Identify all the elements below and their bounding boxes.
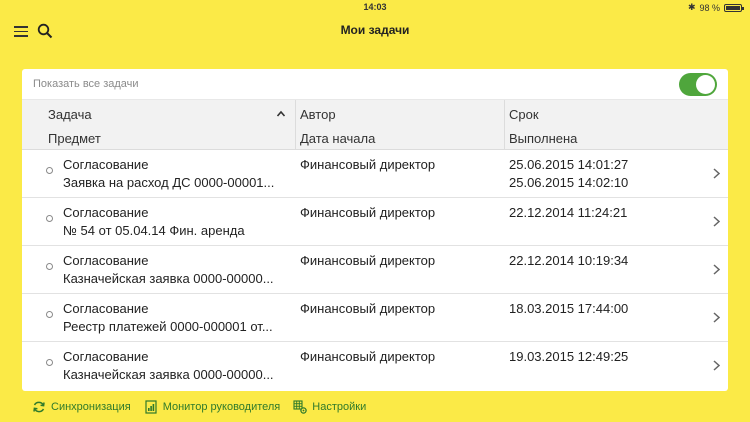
table-header: Задача Предмет Автор Дата начала Срок Вы… (22, 100, 728, 150)
status-dot-icon (46, 263, 53, 270)
row-task: Согласование (63, 157, 149, 172)
row-task: Согласование (63, 301, 149, 316)
sync-label: Синхронизация (51, 401, 131, 413)
report-chart-icon (145, 400, 157, 414)
column-subject[interactable]: Предмет (48, 131, 101, 146)
row-subject: Заявка на расход ДС 0000-00001... (63, 175, 275, 190)
status-dot-icon (46, 311, 53, 318)
status-dot-icon (46, 359, 53, 366)
row-task: Согласование (63, 349, 149, 364)
status-dot-icon (46, 167, 53, 174)
row-author: Финансовый директор (300, 157, 436, 172)
row-author: Финансовый директор (300, 253, 436, 268)
row-subject: Казначейская заявка 0000-00000... (63, 271, 274, 286)
task-row[interactable]: Согласование № 54 от 05.04.14 Фин. аренд… (22, 198, 728, 246)
page-title: Мои задачи (340, 23, 410, 37)
chevron-right-icon[interactable] (713, 264, 720, 275)
row-task: Согласование (63, 253, 149, 268)
task-row[interactable]: Согласование Заявка на расход ДС 0000-00… (22, 150, 728, 198)
row-due: 22.12.2014 11:24:21 (509, 205, 628, 220)
row-author: Финансовый директор (300, 301, 436, 316)
column-task[interactable]: Задача (48, 107, 92, 122)
status-bar: 14:03 ✱ 98 % (0, 0, 750, 14)
manager-monitor-button[interactable]: Монитор руководителя (144, 400, 281, 414)
task-row[interactable]: Согласование Казначейская заявка 0000-00… (22, 246, 728, 294)
manager-monitor-label: Монитор руководителя (162, 401, 281, 413)
row-subject: Казначейская заявка 0000-00000... (63, 367, 274, 382)
nav-bar: Мои задачи (0, 16, 750, 46)
task-row[interactable]: Согласование Реестр платежей 0000-000001… (22, 294, 728, 342)
toggle-knob (696, 75, 715, 94)
task-row[interactable]: Согласование Казначейская заявка 0000-00… (22, 342, 728, 390)
settings-button[interactable]: Настройки (293, 400, 366, 414)
task-list: Согласование Заявка на расход ДС 0000-00… (22, 150, 728, 390)
row-done: 25.06.2015 14:02:10 (509, 175, 629, 190)
row-due: 19.03.2015 12:49:25 (509, 349, 629, 364)
bottom-toolbar: Синхронизация Монитор руководителя Настр… (32, 398, 379, 416)
settings-label: Настройки (312, 401, 367, 413)
show-all-filter: Показать все задачи (22, 69, 728, 100)
column-due[interactable]: Срок (509, 107, 539, 122)
status-time: 14:03 (363, 2, 387, 12)
row-subject: Реестр платежей 0000-000001 от... (63, 319, 273, 334)
row-task: Согласование (63, 205, 149, 220)
settings-grid-icon (293, 400, 308, 414)
bluetooth-icon: ✱ (687, 2, 696, 12)
row-subject: № 54 от 05.04.14 Фин. аренда (63, 223, 245, 238)
sort-ascending-icon[interactable] (276, 109, 286, 119)
chevron-right-icon[interactable] (713, 312, 720, 323)
tasks-panel: Показать все задачи Задача Предмет Автор… (22, 69, 728, 391)
column-start-date[interactable]: Дата начала (300, 131, 375, 146)
status-right: ✱ 98 % (687, 2, 744, 13)
column-done[interactable]: Выполнена (509, 131, 577, 146)
chevron-right-icon[interactable] (713, 360, 720, 371)
battery-icon (724, 3, 744, 12)
show-all-toggle[interactable] (679, 73, 717, 96)
sync-icon (33, 401, 45, 413)
column-divider (504, 100, 505, 150)
row-due: 22.12.2014 10:19:34 (509, 253, 629, 268)
chevron-right-icon[interactable] (713, 216, 720, 227)
row-author: Финансовый директор (300, 349, 436, 364)
chevron-right-icon[interactable] (713, 168, 720, 179)
status-dot-icon (46, 215, 53, 222)
row-due: 25.06.2015 14:01:27 (509, 157, 629, 172)
column-author[interactable]: Автор (300, 107, 336, 122)
sync-button[interactable]: Синхронизация (32, 400, 131, 414)
row-due: 18.03.2015 17:44:00 (509, 301, 629, 316)
battery-percent: 98 % (699, 2, 720, 13)
show-all-label: Показать все задачи (33, 78, 139, 90)
column-divider (295, 100, 296, 150)
row-author: Финансовый директор (300, 205, 436, 220)
